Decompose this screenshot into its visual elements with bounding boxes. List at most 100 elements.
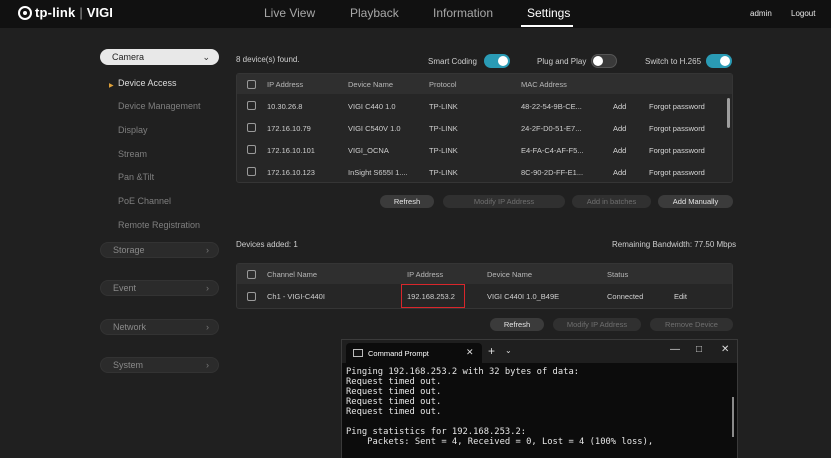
add-device-link[interactable]: Add bbox=[613, 124, 626, 133]
active-nav-indicator bbox=[521, 25, 573, 27]
row-protocol: TP-LINK bbox=[429, 146, 458, 155]
row-device-name: VIGI C440I 1.0_B49E bbox=[487, 292, 560, 301]
sidebar-group-label: Storage bbox=[113, 245, 145, 255]
add-device-link[interactable]: Add bbox=[613, 102, 626, 111]
chevron-right-icon: › bbox=[206, 360, 209, 370]
sidebar-item-stream[interactable]: Stream bbox=[118, 149, 147, 159]
row-device-name: VIGI C540V 1.0 bbox=[348, 124, 401, 133]
sidebar-item-pan-tilt[interactable]: Pan &Tilt bbox=[118, 172, 154, 182]
sidebar-item-remote-registration[interactable]: Remote Registration bbox=[118, 220, 200, 230]
ip-highlight-box bbox=[401, 284, 465, 308]
row-checkbox[interactable] bbox=[247, 145, 256, 154]
row-status: Connected bbox=[607, 292, 644, 301]
refresh-added-button[interactable]: Refresh bbox=[490, 318, 544, 331]
new-tab-icon[interactable]: + bbox=[488, 344, 495, 358]
cmd-line: Packets: Sent = 4, Received = 0, Lost = … bbox=[346, 437, 654, 447]
row-device-name: InSight S655I 1.... bbox=[348, 168, 408, 177]
device-type-value: Camera bbox=[112, 52, 145, 62]
sidebar-group-system[interactable]: System › bbox=[100, 357, 219, 373]
cmd-tab[interactable]: Command Prompt ✕ bbox=[346, 343, 482, 363]
sidebar-item-device-access[interactable]: Device Access bbox=[118, 78, 177, 88]
devices-added-count: Devices added: 1 bbox=[236, 240, 298, 249]
row-checkbox[interactable] bbox=[247, 292, 256, 301]
nav-information[interactable]: Information bbox=[433, 6, 493, 20]
nav-live-view[interactable]: Live View bbox=[264, 6, 315, 20]
sidebar-item-poe-channel[interactable]: PoE Channel bbox=[118, 196, 171, 206]
forgot-password-link[interactable]: Forgot password bbox=[649, 146, 705, 155]
nav-playback[interactable]: Playback bbox=[350, 6, 399, 20]
cmd-title-bar: Command Prompt ✕ + ⌄ — □ ✕ bbox=[342, 340, 737, 363]
row-protocol: TP-LINK bbox=[429, 124, 458, 133]
row-device-name: VIGI_OCNA bbox=[348, 146, 389, 155]
forgot-password-link[interactable]: Forgot password bbox=[649, 168, 705, 177]
forgot-password-link[interactable]: Forgot password bbox=[649, 102, 705, 111]
logo-separator: | bbox=[79, 5, 83, 20]
row-device-name: VIGI C440 1.0 bbox=[348, 102, 396, 111]
cmd-line bbox=[346, 417, 653, 427]
sidebar-group-storage[interactable]: Storage › bbox=[100, 242, 219, 258]
header-ip-address: IP Address bbox=[267, 80, 304, 89]
header-channel-name: Channel Name bbox=[267, 270, 318, 279]
cmd-line: Request timed out. bbox=[346, 387, 442, 397]
header-device-name: Device Name bbox=[487, 270, 533, 279]
table-header: IP Address Device Name Protocol MAC Addr… bbox=[237, 74, 732, 94]
select-all-checkbox[interactable] bbox=[247, 80, 256, 89]
close-tab-icon[interactable]: ✕ bbox=[466, 347, 474, 358]
forgot-password-link[interactable]: Forgot password bbox=[649, 124, 705, 133]
row-checkbox[interactable] bbox=[247, 167, 256, 176]
row-mac: E4-FA-C4-AF-F5... bbox=[521, 146, 584, 155]
maximize-icon[interactable]: □ bbox=[696, 344, 702, 355]
add-manually-button[interactable]: Add Manually bbox=[658, 195, 733, 208]
header-device-name: Device Name bbox=[348, 80, 394, 89]
close-window-icon[interactable]: ✕ bbox=[721, 344, 729, 355]
plug-and-play-toggle[interactable] bbox=[591, 54, 617, 68]
chevron-down-icon[interactable]: ⌄ bbox=[505, 346, 512, 355]
sidebar-item-device-management[interactable]: Device Management bbox=[118, 101, 201, 111]
devices-found-count: 8 device(s) found. bbox=[236, 55, 300, 64]
terminal-icon bbox=[353, 349, 363, 357]
device-type-select[interactable]: Camera ⌄ bbox=[100, 49, 219, 65]
header-ip-address: IP Address bbox=[407, 270, 444, 279]
modify-ip-added-button[interactable]: Modify IP Address bbox=[553, 318, 641, 331]
table-header: Channel Name IP Address Device Name Stat… bbox=[237, 264, 732, 284]
row-ip: 172.16.10.79 bbox=[267, 124, 311, 133]
cmd-line: Request timed out. bbox=[346, 377, 442, 387]
chevron-right-icon: › bbox=[206, 245, 209, 255]
add-in-batches-button[interactable]: Add in batches bbox=[572, 195, 651, 208]
brand-name: tp-link bbox=[35, 5, 76, 20]
cmd-output[interactable]: Pinging 192.168.253.2 with 32 bytes of d… bbox=[346, 367, 653, 447]
sidebar-group-network[interactable]: Network › bbox=[100, 319, 219, 335]
row-ip: 10.30.26.8 bbox=[267, 102, 303, 111]
logout-link[interactable]: Logout bbox=[791, 9, 815, 18]
row-protocol: TP-LINK bbox=[429, 102, 458, 111]
switch-h265-toggle[interactable] bbox=[706, 54, 732, 68]
edit-channel-link[interactable]: Edit bbox=[674, 292, 687, 301]
select-all-checkbox[interactable] bbox=[247, 270, 256, 279]
cmd-scrollbar[interactable] bbox=[732, 397, 734, 437]
refresh-found-button[interactable]: Refresh bbox=[380, 195, 434, 208]
row-checkbox[interactable] bbox=[247, 123, 256, 132]
table-scrollbar[interactable] bbox=[727, 98, 730, 128]
product-name: VIGI bbox=[86, 5, 113, 20]
row-ip: 172.16.10.101 bbox=[267, 146, 315, 155]
add-device-link[interactable]: Add bbox=[613, 168, 626, 177]
row-protocol: TP-LINK bbox=[429, 168, 458, 177]
sidebar-item-display[interactable]: Display bbox=[118, 125, 148, 135]
cmd-line: Pinging 192.168.253.2 with 32 bytes of d… bbox=[346, 367, 580, 377]
remove-device-button[interactable]: Remove Device bbox=[650, 318, 733, 331]
sidebar-group-label: Event bbox=[113, 283, 137, 293]
header-status: Status bbox=[607, 270, 629, 279]
row-ip: 172.16.10.123 bbox=[267, 168, 315, 177]
modify-ip-button[interactable]: Modify IP Address bbox=[443, 195, 565, 208]
sidebar-group-label: Network bbox=[113, 322, 147, 332]
nav-settings[interactable]: Settings bbox=[527, 6, 570, 20]
added-devices-table: Channel Name IP Address Device Name Stat… bbox=[236, 263, 733, 309]
brand-logo: tp-link | VIGI bbox=[18, 5, 113, 20]
username[interactable]: admin bbox=[750, 9, 772, 18]
smart-coding-toggle[interactable] bbox=[484, 54, 510, 68]
cmd-line: Request timed out. bbox=[346, 397, 442, 407]
add-device-link[interactable]: Add bbox=[613, 146, 626, 155]
sidebar-group-event[interactable]: Event › bbox=[100, 280, 219, 296]
row-checkbox[interactable] bbox=[247, 101, 256, 110]
minimize-icon[interactable]: — bbox=[670, 344, 680, 355]
